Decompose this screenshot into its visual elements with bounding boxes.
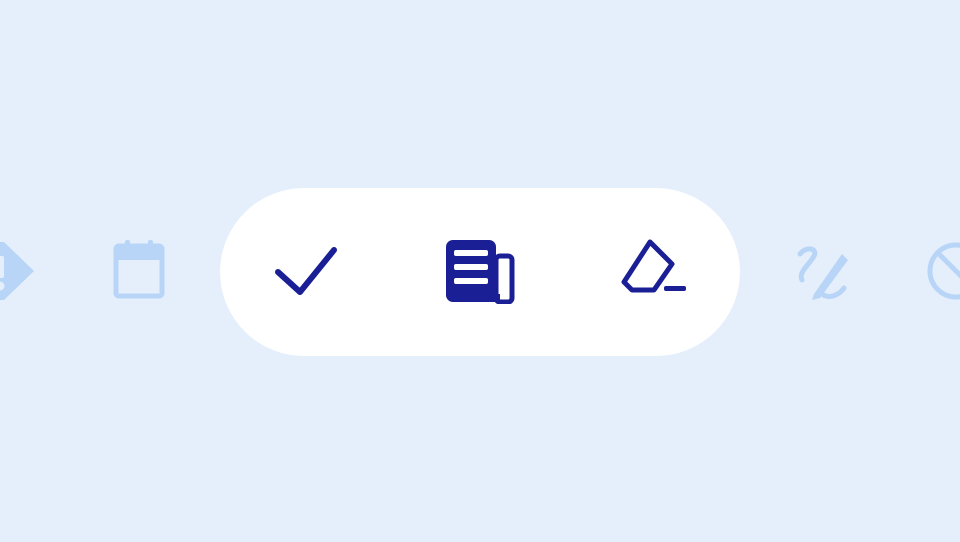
newspaper-icon[interactable] [444, 236, 518, 305]
check-icon[interactable] [270, 240, 342, 302]
block-icon[interactable] [926, 240, 960, 302]
calendar-icon[interactable] [110, 238, 168, 300]
draw-pencil-icon[interactable] [792, 242, 854, 302]
icon-carousel-screen: { "colors": { "background": "#e4effb", "… [0, 0, 960, 542]
eraser-icon[interactable] [616, 234, 692, 298]
tag-alert-icon[interactable] [0, 240, 36, 302]
